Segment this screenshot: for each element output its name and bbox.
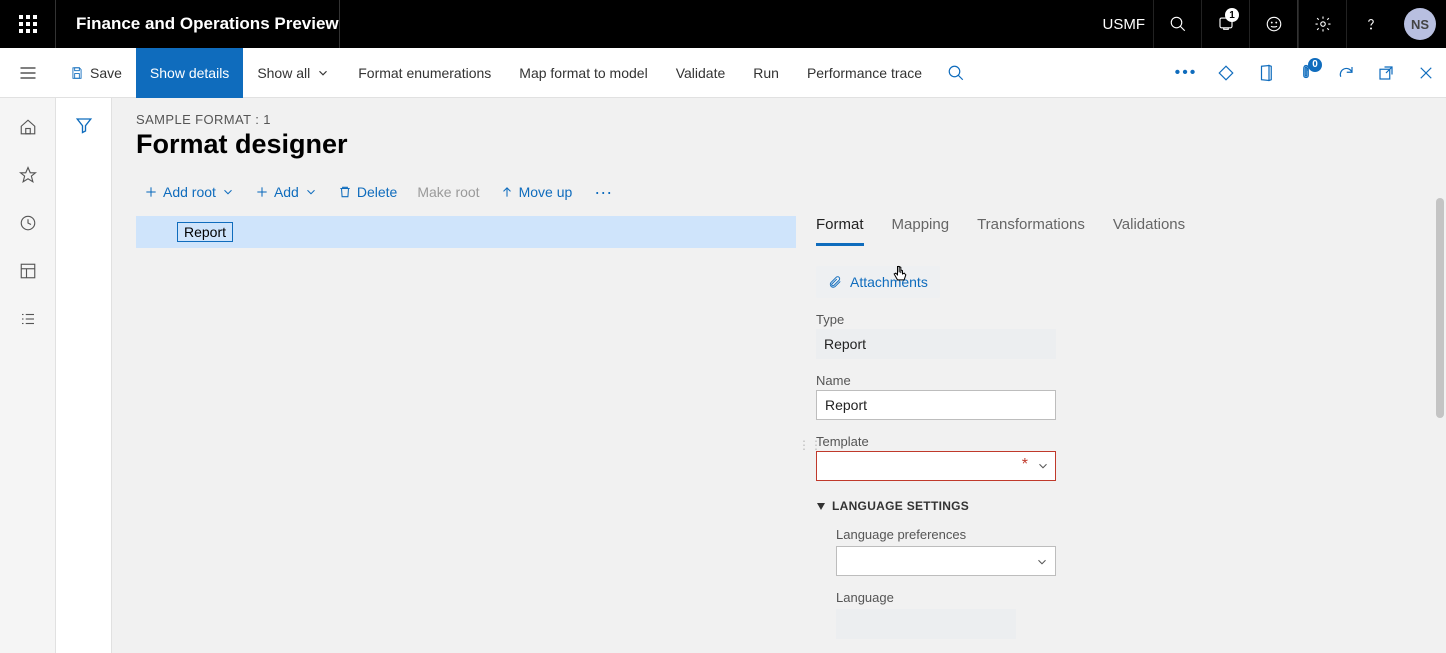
tab-transformations[interactable]: Transformations [977,216,1085,246]
modules-icon[interactable] [17,308,39,330]
home-icon[interactable] [17,116,39,138]
nav-rail [0,98,56,653]
notifications-icon[interactable]: 1 [1201,0,1249,48]
perf-trace-button[interactable]: Performance trace [793,48,936,98]
detail-tabs: Format Mapping Transformations Validatio… [816,216,1346,246]
type-value: Report [816,329,1056,359]
close-icon[interactable] [1406,48,1446,98]
help-icon[interactable] [1346,0,1394,48]
tree-node-selected[interactable]: Report [136,216,796,248]
office-icon[interactable] [1246,48,1286,98]
format-tree: Report [136,216,796,653]
main-content: SAMPLE FORMAT : 1 Format designer Add ro… [112,98,1446,653]
run-button[interactable]: Run [739,48,793,98]
cursor-pointer-icon [890,264,910,284]
chevron-down-icon [316,66,330,80]
name-input[interactable] [816,390,1056,420]
lang-pref-field: Language preferences [836,527,1346,576]
tree-node-label: Report [177,222,233,242]
add-root-button[interactable]: Add root [136,178,243,206]
settings-icon[interactable] [1298,0,1346,48]
save-button[interactable]: Save [56,48,136,98]
page-title: Format designer [136,129,1446,160]
company-label[interactable]: USMF [1103,16,1146,33]
detail-pane: Format Mapping Transformations Validatio… [816,216,1376,653]
tab-validations[interactable]: Validations [1113,216,1185,246]
top-bar: Finance and Operations Preview USMF 1 NS [0,0,1446,48]
drag-handle-icon[interactable]: ⋮⋮ [798,438,822,452]
popout-icon[interactable] [1366,48,1406,98]
page-search-icon[interactable] [936,48,976,98]
attachments-cmd-icon[interactable]: 0 [1286,48,1326,98]
recent-icon[interactable] [17,212,39,234]
save-label: Save [90,65,122,81]
name-field: Name [816,373,1346,420]
show-details-button[interactable]: Show details [136,48,243,98]
refresh-icon[interactable] [1326,48,1366,98]
make-root-button: Make root [409,178,487,206]
language-label: Language [836,590,1346,605]
notification-badge: 1 [1225,8,1239,22]
template-field: ⋮⋮ Template * [816,434,1346,481]
name-label: Name [816,373,1346,388]
nav-toggle-icon[interactable] [0,48,56,98]
template-input[interactable] [816,451,1056,481]
lang-pref-label: Language preferences [836,527,1346,542]
search-icon[interactable] [1153,0,1201,48]
format-enum-button[interactable]: Format enumerations [344,48,505,98]
language-value [836,609,1016,639]
app-title: Finance and Operations Preview [56,14,339,34]
filter-icon[interactable] [75,116,93,653]
chevron-down-icon [304,185,318,199]
feedback-icon[interactable] [1249,0,1297,48]
breadcrumb: SAMPLE FORMAT : 1 [136,112,1446,127]
language-settings-section[interactable]: LANGUAGE SETTINGS [816,499,1346,513]
filter-rail [56,98,112,653]
attach-badge: 0 [1308,58,1322,72]
favorites-icon[interactable] [17,164,39,186]
template-label: Template [816,434,1346,449]
validate-button[interactable]: Validate [662,48,740,98]
help-connector-icon[interactable] [1206,48,1246,98]
move-up-button[interactable]: Move up [492,178,581,206]
type-label: Type [816,312,1346,327]
required-indicator: * [1022,456,1028,474]
language-field: Language [836,590,1346,639]
map-format-button[interactable]: Map format to model [505,48,661,98]
divider [339,0,340,48]
type-field: Type Report [816,312,1346,359]
chevron-down-icon [221,185,235,199]
workspaces-icon[interactable] [17,260,39,282]
add-button[interactable]: Add [247,178,326,206]
user-avatar[interactable]: NS [1404,8,1436,40]
action-overflow-icon[interactable]: ··· [584,182,622,203]
chevron-down-icon[interactable] [1036,459,1050,473]
chevron-down-icon [1035,555,1049,569]
overflow-icon[interactable]: ••• [1166,48,1206,98]
tab-format[interactable]: Format [816,216,864,246]
attachments-button[interactable]: Attachments [816,266,940,298]
show-all-button[interactable]: Show all [243,48,344,98]
scrollbar[interactable] [1436,198,1444,418]
delete-button[interactable]: Delete [330,178,405,206]
action-toolbar: Add root Add Delete Make root Move up ··… [136,172,1446,212]
command-bar: Save Show details Show all Format enumer… [0,48,1446,98]
tab-mapping[interactable]: Mapping [892,216,950,246]
app-launcher-icon[interactable] [0,0,56,48]
lang-pref-select[interactable] [836,546,1056,576]
